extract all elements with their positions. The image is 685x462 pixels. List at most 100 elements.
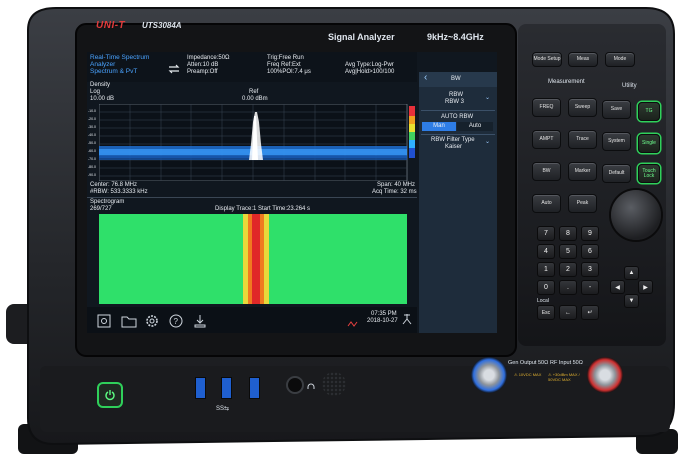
bw-key[interactable]: BW	[532, 162, 561, 181]
single-key[interactable]: Single	[638, 134, 660, 153]
gen-output-label: Gen Output 50Ω	[508, 360, 549, 366]
power-icon	[105, 390, 115, 401]
trace-count: 269/727	[90, 206, 112, 212]
ref-value: 0.00 dBm	[242, 96, 268, 102]
y-tick: -70.0	[88, 157, 96, 161]
arrow-down-key[interactable]: ▼	[624, 294, 639, 308]
y-tick: -50.0	[88, 141, 96, 145]
center-freq[interactable]: Center: 76.8 MHz	[90, 182, 137, 189]
folder-icon[interactable]	[121, 314, 137, 328]
numpad-dot[interactable]: .	[559, 280, 577, 295]
save-key[interactable]: Save	[602, 100, 631, 119]
numpad-0[interactable]: 0	[537, 280, 555, 295]
usb-port-3[interactable]	[249, 377, 260, 399]
menu-back-button[interactable]: ‹	[424, 73, 427, 83]
mode-title-line2[interactable]: Analyzer	[90, 61, 115, 68]
help-icon[interactable]: ?	[169, 314, 183, 328]
rbw-man-toggle[interactable]: Man	[422, 122, 456, 131]
numpad-3[interactable]: 3	[581, 262, 599, 277]
ref-label: Ref	[249, 89, 259, 95]
headphone-jack[interactable]	[286, 376, 304, 394]
download-icon[interactable]	[193, 314, 207, 328]
lcd-screen[interactable]: Real-Time Spectrum Analyzer Spectrum & P…	[87, 52, 497, 333]
peak-key[interactable]: Peak	[568, 194, 597, 213]
rbw-auto-toggle[interactable]: Auto	[457, 122, 493, 131]
freq-key[interactable]: FREQ	[532, 98, 561, 117]
touch-lock-key[interactable]: Touch Lock	[638, 164, 660, 183]
swap-icon[interactable]	[167, 61, 181, 74]
numpad-8[interactable]: 8	[559, 226, 577, 241]
arrow-left-key[interactable]: ◀	[610, 280, 625, 294]
acq-time-readout[interactable]: Acq Time: 32 ms	[372, 189, 417, 196]
numpad-2[interactable]: 2	[559, 262, 577, 277]
rbw-label: RBW	[449, 92, 463, 98]
numpad-4[interactable]: 4	[537, 244, 555, 259]
rf-input-connector[interactable]	[587, 357, 623, 393]
usb-port-2[interactable]	[221, 377, 232, 399]
product-label: Signal Analyzer	[328, 32, 395, 42]
gear-icon[interactable]	[145, 314, 159, 328]
backspace-key[interactable]: ←	[559, 305, 577, 320]
rbw-dropdown-icon[interactable]: ⌄	[485, 95, 490, 102]
avg-type-text: Avg Type:Log-Pwr	[345, 62, 394, 68]
divider	[87, 197, 417, 198]
numpad-6[interactable]: 6	[581, 244, 599, 259]
sweep-key[interactable]: Sweep	[568, 98, 597, 117]
tg-key[interactable]: TG	[638, 102, 660, 121]
auto-key[interactable]: Auto	[532, 194, 561, 213]
span-readout[interactable]: Span: 40 MHz	[377, 182, 415, 189]
enter-key[interactable]: ↵	[581, 305, 599, 320]
system-key[interactable]: System	[602, 132, 631, 151]
rotary-knob[interactable]	[611, 190, 661, 240]
gen-output-connector[interactable]	[471, 357, 507, 393]
freq-ref-text: Freq Ref:Ext	[267, 62, 301, 68]
display-trace-info: Display Trace:1 Start Time:23.264 s	[215, 206, 311, 212]
rf-input-label: RF Input 50Ω	[550, 360, 583, 366]
mode-title-line1[interactable]: Real-Time Spectrum	[90, 54, 149, 61]
default-key[interactable]: Default	[602, 164, 631, 183]
scale-div: 10.00 dB	[90, 96, 115, 102]
filter-type-label: RBW Filter Type	[431, 137, 475, 143]
numpad-1[interactable]: 1	[537, 262, 555, 277]
filter-type-value: Kaiser	[445, 144, 463, 150]
y-tick: -10.0	[88, 109, 96, 113]
usb-port-1[interactable]	[195, 377, 206, 399]
atten-text: Atten:10 dB	[187, 62, 219, 68]
y-tick: -20.0	[88, 117, 96, 121]
status-signal-icon	[347, 315, 359, 327]
numpad-minus[interactable]: -	[581, 280, 599, 295]
clock-time: 07:35 PM	[371, 311, 397, 317]
arrow-up-key[interactable]: ▲	[624, 266, 639, 280]
spectrogram-plot[interactable]	[99, 214, 407, 304]
mode-setup-key[interactable]: Mode Setup	[532, 52, 562, 67]
y-tick: -80.0	[88, 165, 96, 169]
mode-key[interactable]: Mode	[605, 52, 635, 67]
range-label: 9kHz~8.4GHz	[427, 32, 484, 42]
local-label: Local	[537, 298, 549, 304]
y-axis-ticks: -10.0 -20.0 -30.0 -40.0 -50.0 -60.0 -70.…	[88, 107, 99, 179]
trace-key[interactable]: Trace	[568, 130, 597, 149]
esc-key[interactable]: Esc	[537, 305, 555, 320]
impedance-text: Impedance:50Ω	[187, 55, 230, 61]
speaker-grille	[322, 372, 346, 396]
headphone-icon	[306, 379, 316, 389]
soft-menu	[419, 72, 497, 333]
spectrum-plot[interactable]	[99, 104, 417, 181]
numpad-9[interactable]: 9	[581, 226, 599, 241]
mode-title-line3[interactable]: Spectrum & PvT	[90, 68, 137, 75]
filter-dropdown-icon[interactable]: ⌄	[485, 139, 490, 146]
ampt-key[interactable]: AMPT	[532, 130, 561, 149]
marker-key[interactable]: Marker	[568, 162, 597, 181]
arrow-right-key[interactable]: ▶	[638, 280, 653, 294]
meas-key[interactable]: Meas	[568, 52, 598, 67]
network-icon[interactable]	[401, 312, 413, 326]
y-tick: -60.0	[88, 149, 96, 153]
numpad-5[interactable]: 5	[559, 244, 577, 259]
screenshot-icon[interactable]	[97, 314, 111, 328]
rbw-readout[interactable]: #RBW: 533.3333 kHz	[90, 189, 148, 196]
model-label: UTS3084A	[142, 21, 182, 30]
numpad-7[interactable]: 7	[537, 226, 555, 241]
gen-output-warning: ⚠ 10VDC MAX	[514, 372, 542, 377]
power-button[interactable]	[99, 384, 121, 406]
auto-rbw-label: AUTO RBW	[441, 114, 474, 120]
